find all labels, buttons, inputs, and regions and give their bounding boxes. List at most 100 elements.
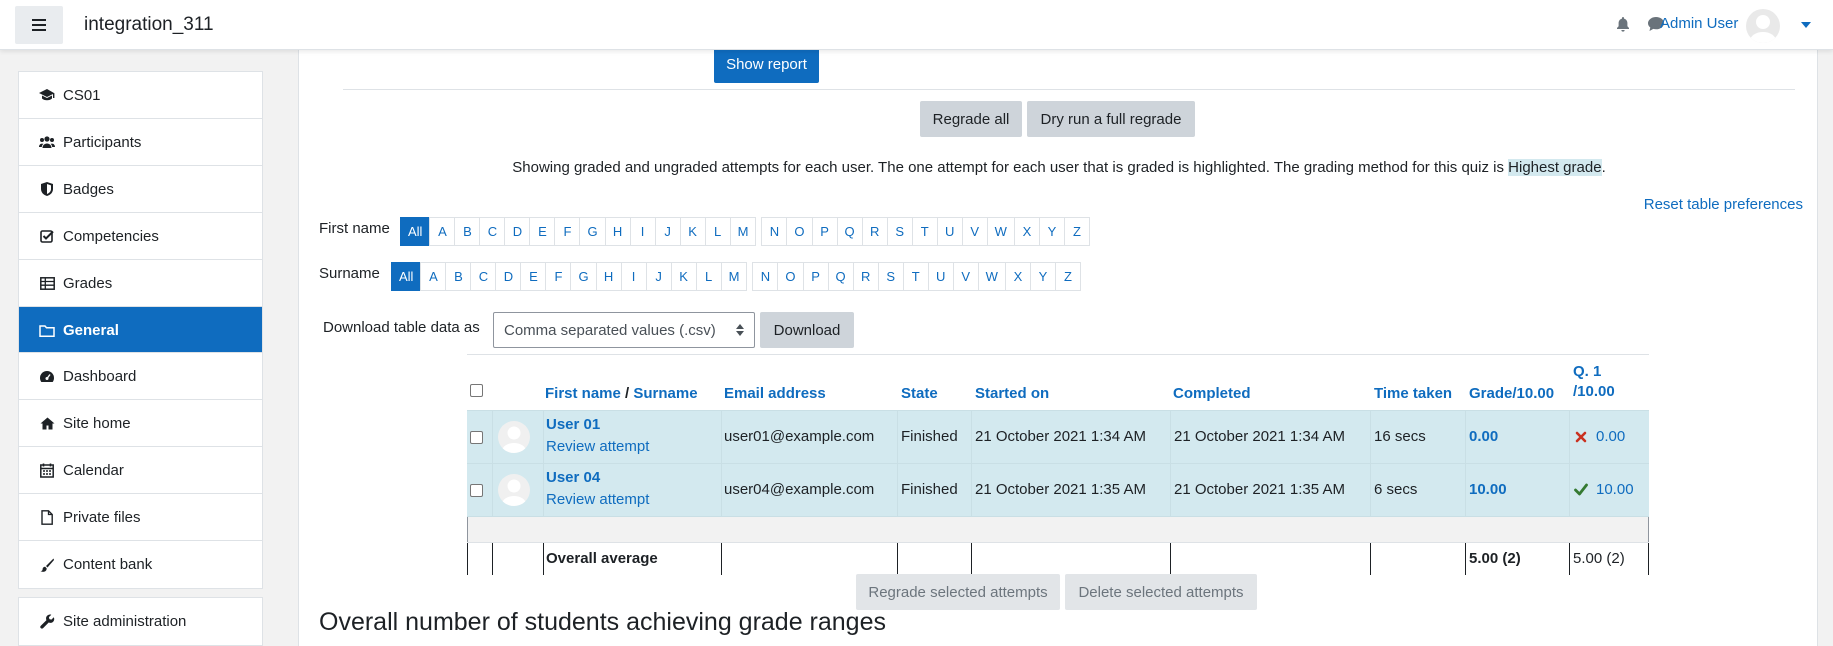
surname-initial-z[interactable]: Z bbox=[1054, 262, 1081, 291]
download-format-select[interactable]: Comma separated values (.csv) bbox=[493, 312, 755, 348]
first-name-initial-s[interactable]: S bbox=[886, 217, 913, 246]
menu-toggle-button[interactable] bbox=[15, 6, 63, 44]
nav-item-course[interactable]: CS01 bbox=[19, 72, 262, 119]
first-name-initial-h[interactable]: H bbox=[604, 217, 631, 246]
first-name-initial-r[interactable]: R bbox=[861, 217, 888, 246]
surname-initial-x[interactable]: X bbox=[1004, 262, 1031, 291]
first-name-initial-all[interactable]: All bbox=[400, 217, 431, 246]
surname-initial-f[interactable]: F bbox=[545, 262, 572, 291]
sort-started-link[interactable]: Started on bbox=[975, 385, 1049, 402]
first-name-initial-m[interactable]: M bbox=[729, 217, 757, 246]
user-menu-name[interactable]: Admin User bbox=[1660, 15, 1750, 32]
user-avatar[interactable] bbox=[1746, 9, 1780, 43]
first-name-initial-b[interactable]: B bbox=[454, 217, 481, 246]
row-checkbox[interactable] bbox=[470, 484, 483, 497]
sort-time-taken-link[interactable]: Time taken bbox=[1374, 385, 1452, 402]
surname-initial-l[interactable]: L bbox=[695, 262, 722, 291]
first-name-initial-n[interactable]: N bbox=[761, 217, 788, 246]
user-avatar[interactable] bbox=[498, 421, 530, 453]
first-name-initial-p[interactable]: P bbox=[811, 217, 838, 246]
nav-item-site-administration[interactable]: Site administration bbox=[19, 598, 262, 645]
sort-email-link[interactable]: Email address bbox=[724, 385, 826, 402]
surname-initial-o[interactable]: O bbox=[777, 262, 804, 291]
bell-icon[interactable] bbox=[1615, 16, 1631, 32]
nav-item-dashboard[interactable]: Dashboard bbox=[19, 353, 262, 400]
grade-link[interactable]: 10.00 bbox=[1469, 481, 1507, 498]
delete-selected-button[interactable]: Delete selected attempts bbox=[1065, 574, 1257, 610]
first-name-initial-j[interactable]: J bbox=[654, 217, 681, 246]
review-attempt-link[interactable]: Review attempt bbox=[546, 491, 649, 508]
review-attempt-link[interactable]: Review attempt bbox=[546, 438, 649, 455]
sort-q1-link[interactable]: Q. 1/10.00 bbox=[1573, 363, 1615, 400]
site-name[interactable]: integration_311 bbox=[84, 14, 214, 36]
regrade-selected-button[interactable]: Regrade selected attempts bbox=[856, 574, 1060, 610]
surname-initial-e[interactable]: E bbox=[520, 262, 547, 291]
surname-initial-v[interactable]: V bbox=[952, 262, 979, 291]
first-name-initial-x[interactable]: X bbox=[1013, 217, 1040, 246]
sort-first-name-link[interactable]: First name bbox=[545, 385, 621, 402]
surname-initial-h[interactable]: H bbox=[595, 262, 622, 291]
user-name-link[interactable]: User 01 bbox=[546, 416, 600, 433]
first-name-initial-w[interactable]: W bbox=[986, 217, 1015, 246]
surname-initial-y[interactable]: Y bbox=[1029, 262, 1056, 291]
surname-initial-i[interactable]: I bbox=[620, 262, 647, 291]
chevron-down-icon[interactable] bbox=[1801, 22, 1811, 28]
first-name-initial-i[interactable]: I bbox=[629, 217, 656, 246]
nav-item-calendar[interactable]: Calendar bbox=[19, 447, 262, 494]
surname-initial-s[interactable]: S bbox=[877, 262, 904, 291]
download-button[interactable]: Download bbox=[760, 312, 854, 348]
q1-mark-link[interactable]: 10.00 bbox=[1596, 481, 1634, 498]
first-name-initial-c[interactable]: C bbox=[479, 217, 506, 246]
nav-item-grades[interactable]: Grades bbox=[19, 260, 262, 307]
surname-initial-m[interactable]: M bbox=[720, 262, 748, 291]
nav-item-badges[interactable]: Badges bbox=[19, 166, 262, 213]
surname-initial-t[interactable]: T bbox=[902, 262, 929, 291]
first-name-initial-f[interactable]: F bbox=[554, 217, 581, 246]
sort-state-link[interactable]: State bbox=[901, 385, 938, 402]
first-name-initial-y[interactable]: Y bbox=[1038, 217, 1065, 246]
surname-initial-d[interactable]: D bbox=[495, 262, 522, 291]
surname-initial-c[interactable]: C bbox=[470, 262, 497, 291]
surname-initial-all[interactable]: All bbox=[391, 262, 422, 291]
row-checkbox[interactable] bbox=[470, 431, 483, 444]
first-name-initial-v[interactable]: V bbox=[961, 217, 988, 246]
first-name-initial-z[interactable]: Z bbox=[1063, 217, 1090, 246]
nav-item-private-files[interactable]: Private files bbox=[19, 494, 262, 541]
surname-initial-r[interactable]: R bbox=[852, 262, 879, 291]
nav-item-content-bank[interactable]: Content bank bbox=[19, 541, 262, 588]
surname-initial-j[interactable]: J bbox=[645, 262, 672, 291]
regrade-all-button[interactable]: Regrade all bbox=[920, 101, 1022, 137]
user-name-link[interactable]: User 04 bbox=[546, 469, 600, 486]
surname-initial-a[interactable]: A bbox=[420, 262, 447, 291]
sort-grade-link[interactable]: Grade/10.00 bbox=[1469, 385, 1554, 402]
nav-item-general[interactable]: General bbox=[19, 307, 262, 354]
select-all-checkbox[interactable] bbox=[470, 384, 483, 397]
nav-item-participants[interactable]: Participants bbox=[19, 119, 262, 166]
grade-link[interactable]: 0.00 bbox=[1469, 428, 1498, 445]
surname-initial-p[interactable]: P bbox=[802, 262, 829, 291]
surname-initial-w[interactable]: W bbox=[977, 262, 1006, 291]
first-name-initial-u[interactable]: U bbox=[936, 217, 963, 246]
first-name-initial-k[interactable]: K bbox=[679, 217, 706, 246]
surname-initial-g[interactable]: G bbox=[570, 262, 597, 291]
user-avatar[interactable] bbox=[498, 474, 530, 506]
reset-table-preferences-link[interactable]: Reset table preferences bbox=[1644, 196, 1803, 213]
surname-initial-n[interactable]: N bbox=[752, 262, 779, 291]
first-name-initial-t[interactable]: T bbox=[911, 217, 938, 246]
surname-initial-q[interactable]: Q bbox=[827, 262, 854, 291]
first-name-initial-q[interactable]: Q bbox=[836, 217, 863, 246]
surname-initial-k[interactable]: K bbox=[670, 262, 697, 291]
first-name-initial-d[interactable]: D bbox=[504, 217, 531, 246]
show-report-button[interactable]: Show report bbox=[714, 50, 819, 83]
first-name-initial-e[interactable]: E bbox=[529, 217, 556, 246]
first-name-initial-l[interactable]: L bbox=[704, 217, 731, 246]
surname-initial-u[interactable]: U bbox=[927, 262, 954, 291]
nav-item-competencies[interactable]: Competencies bbox=[19, 213, 262, 260]
dry-run-regrade-button[interactable]: Dry run a full regrade bbox=[1027, 101, 1195, 137]
q1-mark-link[interactable]: 0.00 bbox=[1596, 428, 1625, 445]
surname-initial-b[interactable]: B bbox=[445, 262, 472, 291]
sort-completed-link[interactable]: Completed bbox=[1173, 385, 1251, 402]
first-name-initial-o[interactable]: O bbox=[786, 217, 813, 246]
first-name-initial-a[interactable]: A bbox=[429, 217, 456, 246]
sort-surname-link[interactable]: Surname bbox=[633, 385, 697, 402]
